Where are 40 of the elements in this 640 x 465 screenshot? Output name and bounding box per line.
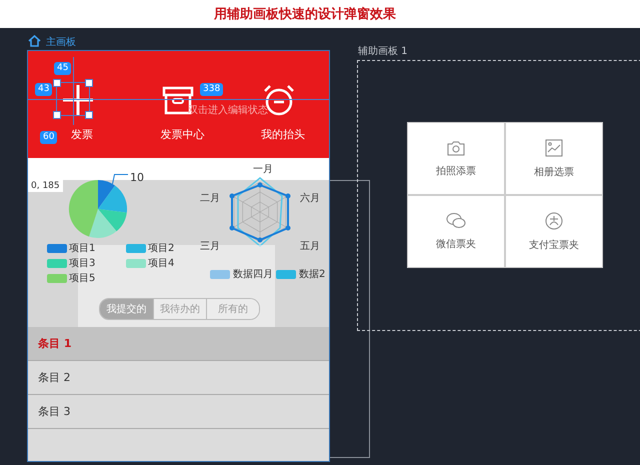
selection-handles[interactable]	[56, 82, 90, 116]
legend-label: 项目1	[69, 242, 96, 255]
list-item[interactable]: 条目 3	[28, 395, 329, 429]
tile-label[interactable]: 微信票夹	[436, 237, 476, 251]
nav-label[interactable]: 我的抬头	[252, 127, 305, 142]
legend-label: 数据2	[299, 268, 326, 281]
axis-label: 五月	[300, 240, 320, 253]
plus-icon[interactable]	[61, 83, 96, 117]
legend-label: 项目5	[69, 272, 96, 285]
measure-badge: 60	[40, 131, 58, 144]
list-item[interactable]: 条目 1	[28, 327, 329, 361]
artboard-label[interactable]: 主画板	[46, 35, 76, 49]
legend-label: 项目2	[148, 242, 174, 255]
leader-line	[112, 174, 128, 184]
legend-label: 项目3	[69, 257, 96, 270]
axis-label: 一月	[253, 163, 273, 176]
tile-label[interactable]: 拍照添票	[436, 164, 476, 178]
list-item[interactable]: 条目 2	[28, 361, 329, 395]
image-icon[interactable]	[545, 138, 563, 156]
legend-label: 数据四月	[233, 268, 273, 281]
page-title: 用辅助画板快速的设计弹窗效果	[214, 6, 396, 23]
axis-label: 二月	[200, 192, 220, 205]
circle-logo-icon[interactable]	[545, 212, 563, 230]
pie-value-label: 10	[130, 171, 144, 184]
artboard-label[interactable]: 辅助画板 1	[358, 44, 408, 58]
coordinate-label: 0, 185	[28, 180, 63, 192]
axis-label: 六月	[300, 192, 320, 205]
legend-label: 项目4	[148, 257, 174, 270]
pie-chart-drawing	[68, 179, 128, 239]
camera-icon[interactable]	[447, 140, 465, 156]
measure-badge: 45	[54, 62, 72, 75]
measure-badge: 43	[35, 83, 52, 96]
tile-label[interactable]: 支付宝票夹	[529, 238, 579, 252]
nav-label[interactable]: 发票中心	[152, 127, 204, 142]
chat-bubbles-icon[interactable]	[446, 212, 466, 229]
measure-badge: 338	[200, 83, 224, 96]
tile-label[interactable]: 相册选票	[534, 164, 574, 178]
nav-label[interactable]: 发票	[63, 127, 94, 142]
axis-label: 三月	[200, 240, 220, 253]
home-icon	[28, 35, 41, 47]
